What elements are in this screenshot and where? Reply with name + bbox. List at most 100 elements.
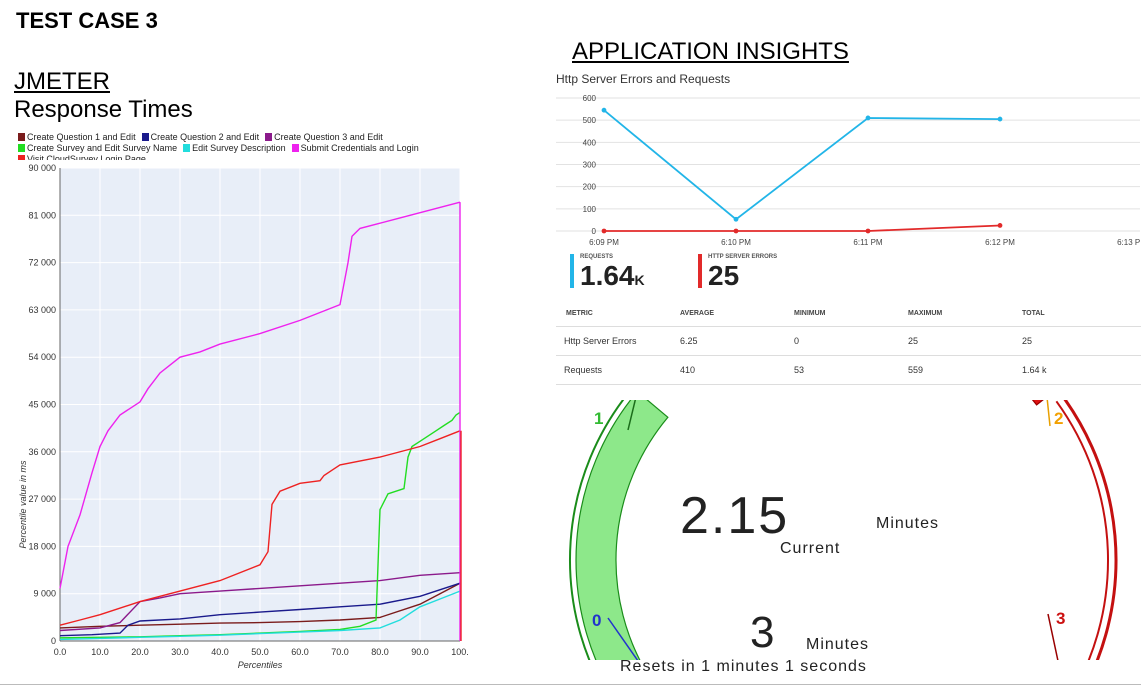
legend-item: Create Question 3 and Edit <box>265 132 383 143</box>
x-tick-label: 6:09 PM <box>589 238 619 247</box>
data-point <box>997 223 1003 228</box>
cell: Http Server Errors <box>556 326 679 356</box>
data-point <box>865 115 871 121</box>
data-point <box>601 107 607 113</box>
x-tick-label: 70.0 <box>331 647 349 657</box>
gauge-label-3: 3 <box>1056 609 1065 628</box>
legend-item: Submit Credentials and Login <box>291 143 419 154</box>
legend-label: Create Question 1 and Edit <box>27 132 136 142</box>
gauge-label-0: 0 <box>592 611 601 630</box>
cell: 559 <box>907 355 1021 385</box>
jmeter-heading: JMETER <box>14 68 110 95</box>
cell: Requests <box>556 355 679 385</box>
x-tick-label: 30.0 <box>171 647 189 657</box>
y-tick-label: 90 000 <box>28 163 56 173</box>
data-point <box>733 216 739 222</box>
legend-swatch <box>141 133 149 141</box>
y-tick-label: 54 000 <box>28 352 56 362</box>
requests-color-bar <box>570 254 574 288</box>
table-row: Http Server Errors 6.25 0 25 25 <box>556 326 1141 356</box>
x-tick-label: 6:10 PM <box>721 238 751 247</box>
cell: 0 <box>793 326 907 356</box>
cell: 25 <box>907 326 1021 356</box>
legend-label: Edit Survey Description <box>192 143 286 153</box>
x-tick-label: 20.0 <box>131 647 149 657</box>
col-maximum: MAXIMUM <box>907 300 1021 327</box>
y-tick-label: 300 <box>583 161 597 170</box>
y-tick-label: 400 <box>583 138 597 147</box>
data-point <box>865 228 871 234</box>
metric-summary: REQUESTS 1.64K HTTP SERVER ERRORS 25 <box>570 250 830 290</box>
legend-label: Create Survey and Edit Survey Name <box>27 143 178 153</box>
col-metric: METRIC <box>556 300 679 327</box>
legend-swatch <box>18 144 25 152</box>
y-tick-label: 18 000 <box>28 541 56 551</box>
cell: 25 <box>1021 326 1141 356</box>
errors-color-bar <box>698 254 702 288</box>
y-tick-label: 45 000 <box>28 400 56 410</box>
cell: 1.64 k <box>1021 355 1141 385</box>
legend-item: Create Question 1 and Edit <box>18 132 136 143</box>
y-tick-label: 0 <box>592 227 597 236</box>
x-tick-label: 6:12 PM <box>985 238 1015 247</box>
cell: 410 <box>679 355 793 385</box>
duration-gauge: 0 1 2 3 <box>568 400 1118 660</box>
y-tick-label: 600 <box>583 94 597 103</box>
col-average: AVERAGE <box>679 300 793 327</box>
x-tick-label: 6:11 PM <box>853 238 883 247</box>
legend-label: Create Question 3 and Edit <box>274 132 383 142</box>
col-minimum: MINIMUM <box>793 300 907 327</box>
y-tick-label: 500 <box>583 116 597 125</box>
ai-requests-chart: 0 100 200 300 400 500 600 6:09 PM 6:10 PM 6:11 PM… <box>556 94 1140 247</box>
x-tick-label: 60.0 <box>291 647 309 657</box>
app-insights-heading: APPLICATION INSIGHTS <box>572 38 849 65</box>
x-tick-label: 6:13 PM <box>1117 238 1140 247</box>
legend-label: Submit Credentials and Login <box>300 143 419 153</box>
cell: 53 <box>793 355 907 385</box>
legend-label: Create Question 2 and Edit <box>150 132 260 142</box>
x-tick-label: 0.0 <box>54 647 67 657</box>
data-point <box>733 228 739 234</box>
y-tick-label: 36 000 <box>28 447 56 457</box>
gauge-max-unit: Minutes <box>806 636 870 653</box>
page-title: TEST CASE 3 <box>16 8 158 33</box>
gauge-max-value: 3 <box>750 608 775 657</box>
y-tick-label: 100 <box>583 205 597 214</box>
requests-value: 1.64K <box>580 260 645 291</box>
x-axis-label: Percentiles <box>238 660 283 670</box>
y-tick-label: 63 000 <box>28 305 56 315</box>
jmeter-chart: 0 9 000 18 000 27 000 36 000 45 000 54 000 63 0… <box>14 160 470 676</box>
gauge-green-zone <box>575 400 669 660</box>
x-tick-label: 10.0 <box>91 647 109 657</box>
table-row: Requests 410 53 559 1.64 k <box>556 355 1141 385</box>
errors-value: 25 <box>708 260 740 291</box>
legend-swatch <box>291 144 299 152</box>
gauge-value-unit: Minutes <box>876 515 940 532</box>
x-tick-label: 100. <box>451 647 469 657</box>
y-axis-label: Percentile value in ms <box>18 460 28 549</box>
cell: 6.25 <box>679 326 793 356</box>
gauge-label-1: 1 <box>594 409 603 428</box>
gauge-current-label: Current <box>780 540 841 557</box>
legend-item: Create Question 2 and Edit <box>141 132 260 143</box>
x-tick-label: 50.0 <box>251 647 269 657</box>
gauge-tick-2 <box>1046 400 1051 427</box>
legend-swatch <box>183 144 191 152</box>
y-tick-label: 9 000 <box>33 589 56 599</box>
legend-swatch <box>18 133 25 141</box>
legend-item: Edit Survey Description <box>183 143 286 154</box>
y-tick-label: 27 000 <box>28 494 56 504</box>
x-tick-label: 40.0 <box>211 647 229 657</box>
stats-table: METRIC AVERAGE MINIMUM MAXIMUM TOTAL Htt… <box>556 300 1141 385</box>
gauge-reset-text: Resets in 1 minutes 1 seconds <box>620 658 867 675</box>
data-point <box>601 228 607 234</box>
legend-item: Create Survey and Edit Survey Name <box>18 143 177 154</box>
ai-chart-title: Http Server Errors and Requests <box>556 72 731 86</box>
stats-header-row: METRIC AVERAGE MINIMUM MAXIMUM TOTAL <box>556 300 1141 327</box>
data-point <box>997 116 1003 122</box>
col-total: TOTAL <box>1021 300 1141 327</box>
bottom-divider <box>0 684 1141 685</box>
gauge-label-2: 2 <box>1054 409 1063 428</box>
y-tick-label: 72 000 <box>28 258 56 268</box>
y-tick-label: 0 <box>51 636 56 646</box>
